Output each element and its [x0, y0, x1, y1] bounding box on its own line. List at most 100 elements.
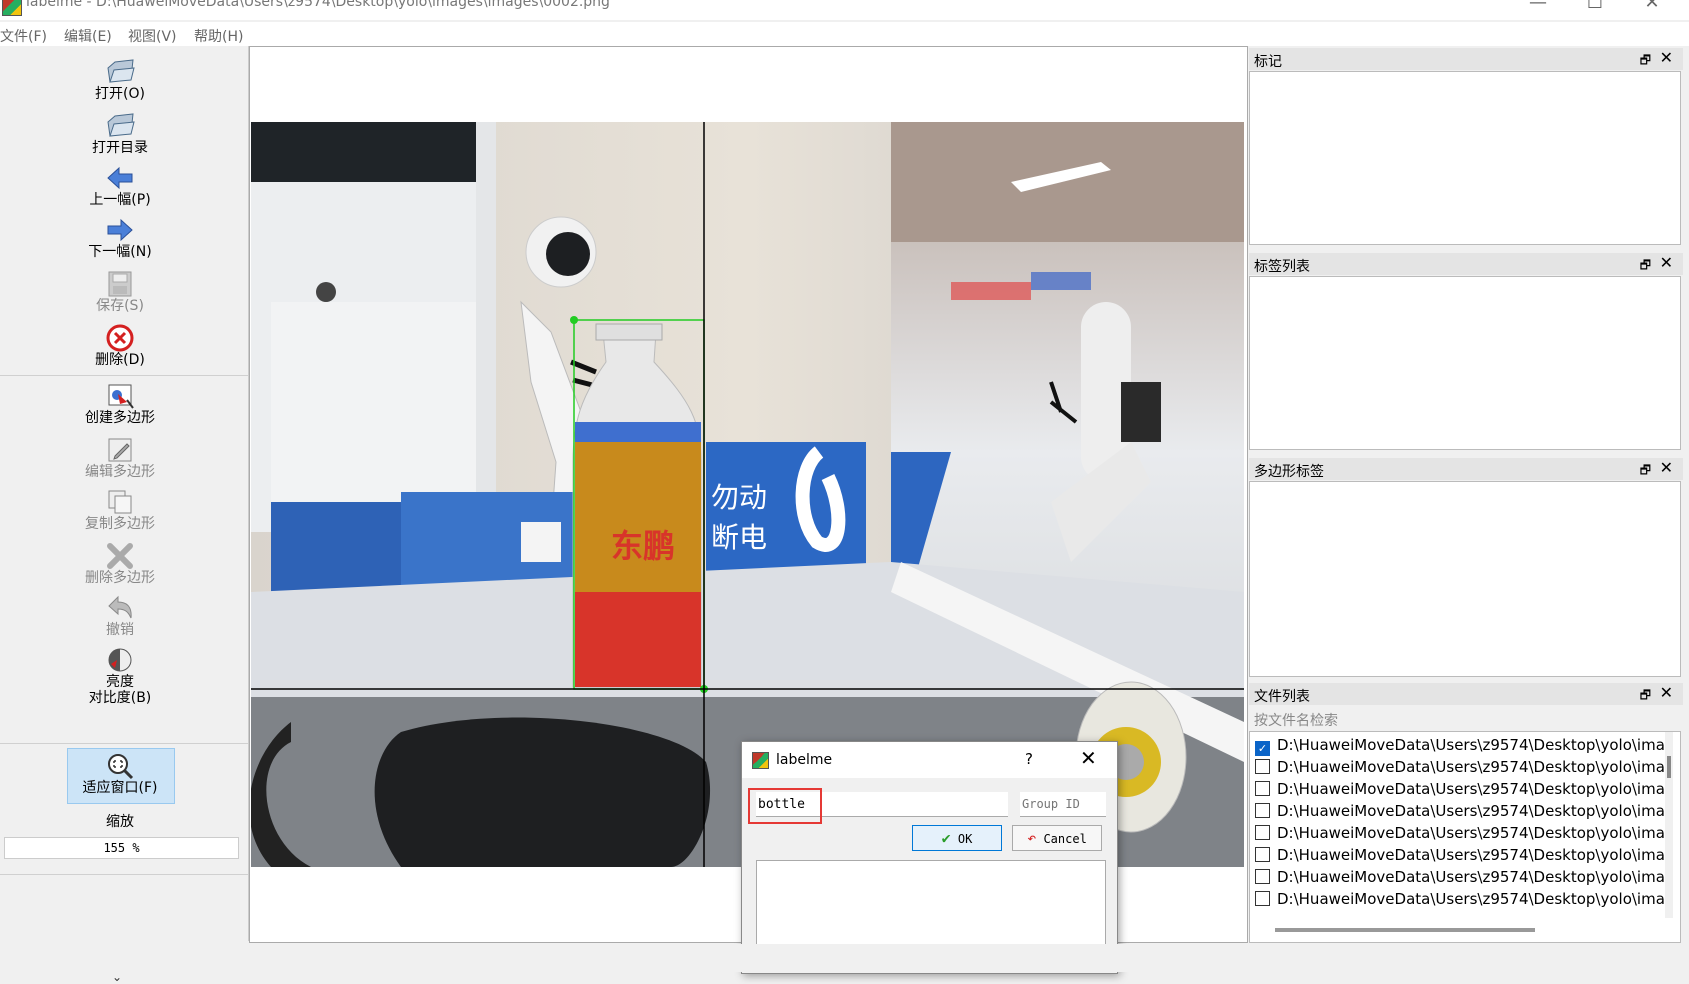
menu-bar: 文件(F) 编辑(E) 视图(V) 帮助(H) — [0, 22, 1689, 46]
create-polygon-button[interactable]: 创建多边形 — [70, 382, 170, 426]
open-button[interactable]: 打开(O) — [70, 58, 170, 102]
ok-button[interactable]: ✔ OK — [912, 825, 1002, 851]
create-polygon-label: 创建多边形 — [85, 410, 155, 426]
menu-edit[interactable]: 编辑(E) — [64, 26, 112, 46]
brightness-contrast-button[interactable]: 亮度 对比度(B) — [70, 646, 170, 706]
arrow-left-icon — [107, 166, 133, 190]
float-icon[interactable]: 🗗 — [1640, 686, 1651, 707]
file-list-item[interactable]: D:\HuaweiMoveData\Users\z9574\Desktop\yo… — [1255, 846, 1665, 866]
file-list-item[interactable]: D:\HuaweiMoveData\Users\z9574\Desktop\yo… — [1255, 802, 1665, 822]
sign-text-2: 断电 — [711, 521, 767, 554]
file-checkbox[interactable] — [1255, 759, 1270, 774]
chevron-down-icon[interactable]: ⌄ — [112, 970, 122, 984]
flags-dock-title: 标记 — [1254, 54, 1282, 70]
delete-polygon-label: 删除多边形 — [85, 570, 155, 586]
file-checkbox[interactable] — [1255, 869, 1270, 884]
file-path: D:\HuaweiMoveData\Users\z9574\Desktop\yo… — [1277, 846, 1665, 864]
float-icon[interactable]: 🗗 — [1640, 51, 1651, 72]
zoom-spinbox[interactable]: 155 % — [4, 837, 239, 859]
close-icon[interactable]: ✕ — [1660, 48, 1673, 67]
folder-open-icon — [107, 59, 135, 83]
toolbar-separator — [0, 743, 248, 744]
labelme-app-icon — [752, 752, 769, 769]
menu-view[interactable]: 视图(V) — [128, 26, 177, 46]
dialog-title: labelme — [776, 752, 833, 768]
flags-dock-header: 标记 🗗 ✕ — [1249, 48, 1683, 70]
file-checkbox[interactable] — [1255, 825, 1270, 840]
file-path: D:\HuaweiMoveData\Users\z9574\Desktop\yo… — [1277, 868, 1665, 886]
copy-polygon-button[interactable]: 复制多边形 — [70, 488, 170, 532]
file-search-input[interactable]: 按文件名检索 — [1254, 710, 1338, 730]
float-icon[interactable]: 🗗 — [1640, 256, 1651, 277]
undo-arrow-icon — [108, 595, 132, 619]
close-icon[interactable]: ✕ — [1660, 683, 1673, 702]
close-window-button[interactable]: ✕ — [1632, 0, 1672, 14]
undo-label: 撤销 — [106, 622, 134, 638]
create-polygon-icon — [108, 384, 134, 409]
file-checkbox[interactable] — [1255, 847, 1270, 862]
file-list-item[interactable]: D:\HuaweiMoveData\Users\z9574\Desktop\yo… — [1255, 868, 1665, 888]
files-dock-title: 文件列表 — [1254, 689, 1310, 705]
polygons-dock-header: 多边形标签 🗗 ✕ — [1249, 458, 1683, 480]
copy-polygon-label: 复制多边形 — [85, 516, 155, 532]
file-checkbox[interactable] — [1255, 781, 1270, 796]
file-checkbox[interactable] — [1255, 891, 1270, 906]
menu-file[interactable]: 文件(F) — [0, 26, 47, 46]
arrow-right-icon — [107, 218, 133, 242]
window-title: labelme - D:\HuaweiMoveData\Users\z9574\… — [26, 0, 610, 10]
dialog-title-bar: labelme ? ✕ — [742, 742, 1117, 778]
polygons-dock: 多边形标签 🗗 ✕ — [1249, 458, 1683, 680]
toolbar-separator — [0, 874, 248, 875]
file-checkbox[interactable]: ✓ — [1255, 741, 1270, 756]
next-label: 下一幅(N) — [88, 244, 152, 260]
file-list-vscrollbar[interactable] — [1665, 732, 1673, 918]
minimize-button[interactable]: — — [1518, 0, 1558, 14]
group-id-input[interactable] — [1020, 792, 1106, 817]
undo-arrow-icon: ↶ — [1027, 829, 1037, 847]
file-list-item[interactable]: D:\HuaweiMoveData\Users\z9574\Desktop\yo… — [1255, 758, 1665, 778]
prev-image-button[interactable]: 上一幅(P) — [70, 164, 170, 208]
close-icon[interactable]: ✕ — [1660, 253, 1673, 272]
edit-polygon-button[interactable]: 编辑多边形 — [70, 436, 170, 480]
delete-polygon-button[interactable]: 删除多边形 — [70, 542, 170, 586]
polygon-label-list[interactable] — [1249, 481, 1681, 677]
zoom-fit-icon — [108, 754, 134, 780]
edit-pencil-icon — [108, 438, 132, 462]
file-checkbox[interactable] — [1255, 803, 1270, 818]
bbox-vertex-handle[interactable] — [570, 316, 578, 324]
scroll-thumb[interactable] — [1667, 756, 1671, 778]
edit-polygon-label: 编辑多边形 — [85, 464, 155, 480]
file-list-item[interactable]: D:\HuaweiMoveData\Users\z9574\Desktop\yo… — [1255, 780, 1665, 800]
next-image-button[interactable]: 下一幅(N) — [70, 216, 170, 260]
file-list[interactable]: ✓ D:\HuaweiMoveData\Users\z9574\Desktop\y… — [1249, 731, 1681, 943]
maximize-button[interactable]: ☐ — [1575, 0, 1615, 14]
file-list-item[interactable]: ✓ D:\HuaweiMoveData\Users\z9574\Desktop\y… — [1255, 736, 1665, 756]
brightness-contrast-icon — [108, 648, 132, 672]
cancel-button[interactable]: ↶ Cancel — [1012, 825, 1102, 851]
file-list-item[interactable]: D:\HuaweiMoveData\Users\z9574\Desktop\yo… — [1255, 890, 1665, 910]
contrast-label: 对比度(B) — [88, 690, 152, 706]
save-disk-icon — [108, 271, 132, 297]
label-list[interactable] — [1249, 276, 1681, 450]
undo-button[interactable]: 撤销 — [70, 594, 170, 638]
open-label: 打开(O) — [95, 86, 145, 102]
menu-help[interactable]: 帮助(H) — [194, 26, 243, 46]
float-icon[interactable]: 🗗 — [1640, 461, 1651, 482]
file-list-item[interactable]: D:\HuaweiMoveData\Users\z9574\Desktop\yo… — [1255, 824, 1665, 844]
delete-file-button[interactable]: 删除(D) — [70, 324, 170, 368]
fit-window-button[interactable]: 适应窗口(F) — [70, 752, 170, 796]
dialog-close-button[interactable]: ✕ — [1080, 746, 1097, 770]
close-icon[interactable]: ✕ — [1660, 458, 1673, 477]
file-list-hscrollbar[interactable] — [1275, 928, 1535, 932]
bottle-brand-text: 东鹏 — [611, 527, 675, 565]
help-button[interactable]: ? — [1025, 750, 1033, 768]
save-button[interactable]: 保存(S) — [70, 270, 170, 314]
ok-label: OK — [957, 832, 973, 846]
flags-dock: 标记 🗗 ✕ — [1249, 48, 1683, 248]
open-dir-button[interactable]: 打开目录 — [70, 112, 170, 156]
flags-list[interactable] — [1249, 71, 1681, 245]
save-label: 保存(S) — [96, 298, 144, 314]
file-path: D:\HuaweiMoveData\Users\z9574\Desktop\yo… — [1277, 890, 1665, 908]
zoom-label: 缩放 — [106, 814, 134, 830]
labels-dock-title: 标签列表 — [1254, 259, 1310, 275]
